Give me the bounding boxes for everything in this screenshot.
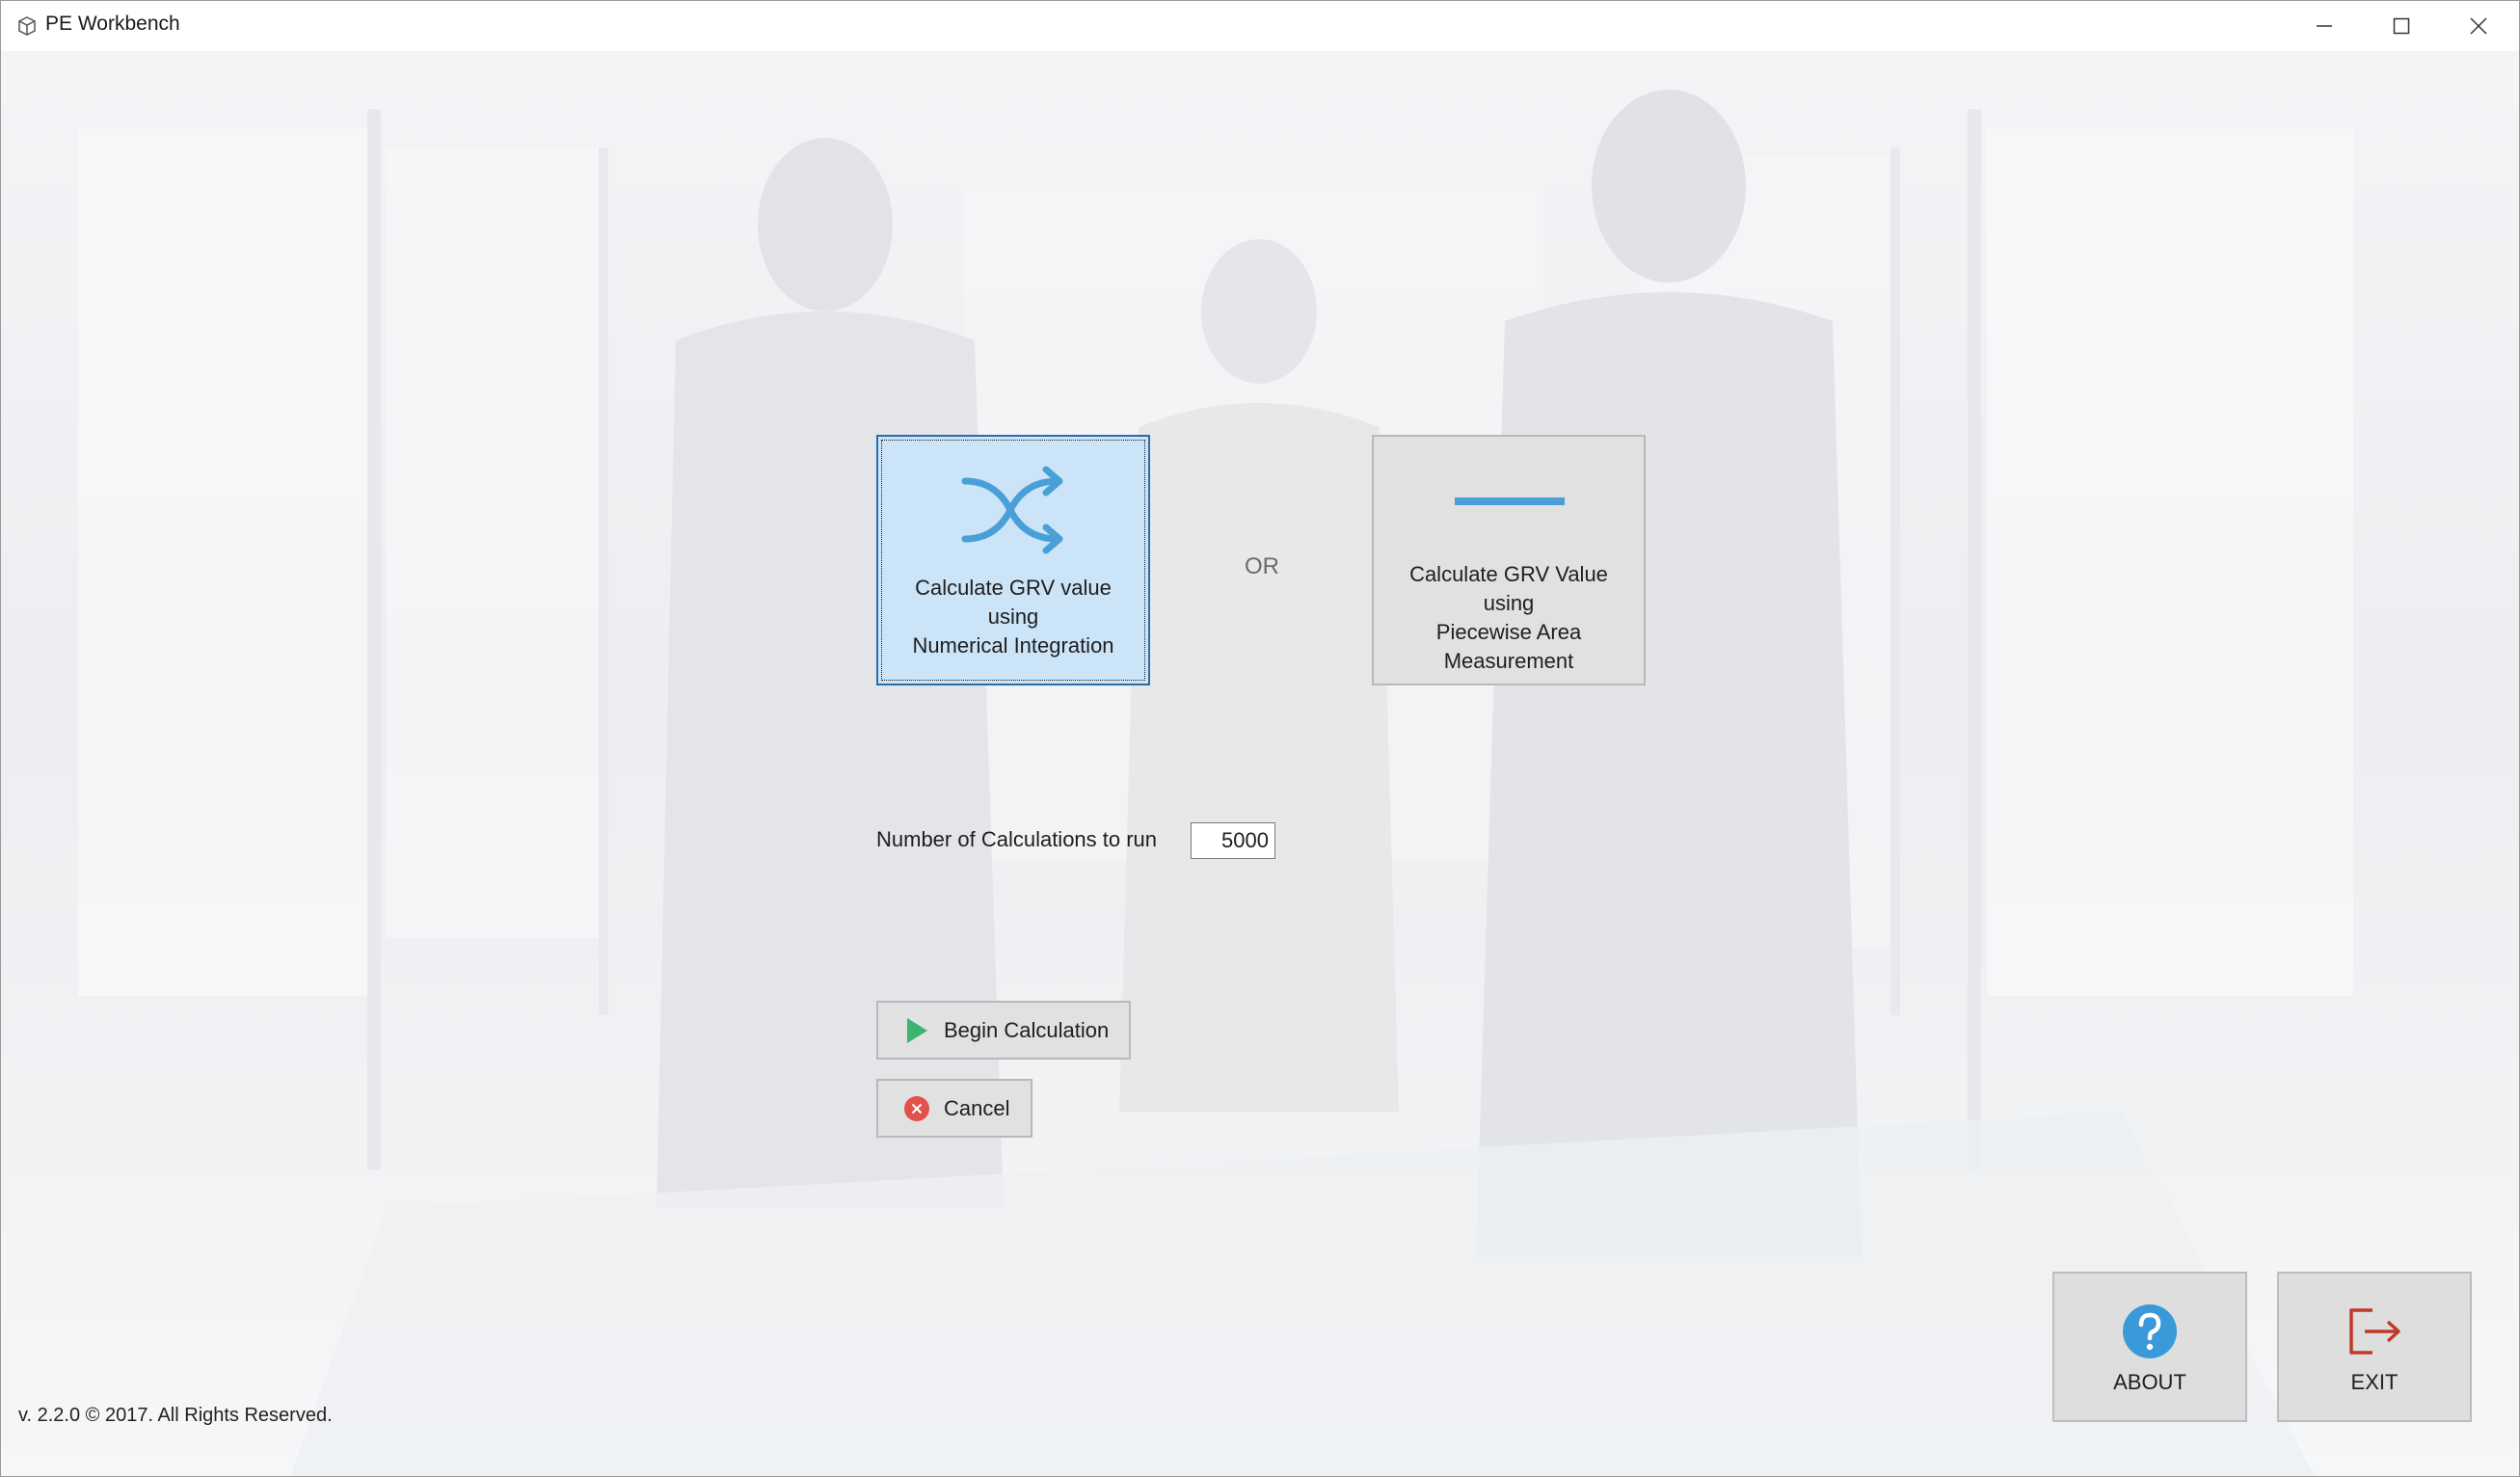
about-label: ABOUT (2113, 1370, 2186, 1394)
shuffle-icon (961, 466, 1063, 554)
piecewise-line4: Measurement (1443, 649, 1574, 673)
window-title: PE Workbench (45, 13, 180, 35)
play-icon (903, 1017, 930, 1044)
version-text: v. 2.2.0 © 2017. All Rights Reserved. (18, 1405, 333, 1426)
maximize-icon (2393, 17, 2410, 35)
app-cube-icon (16, 15, 38, 37)
about-button[interactable]: ABOUT (2052, 1272, 2247, 1422)
line-icon (1455, 497, 1565, 505)
exit-icon (2349, 1308, 2400, 1355)
or-separator: OR (1245, 553, 1279, 579)
calculations-input[interactable] (1191, 822, 1275, 859)
begin-calculation-label: Begin Calculation (944, 1017, 1110, 1042)
piecewise-line2: using (1483, 591, 1535, 615)
maximize-button[interactable] (2363, 1, 2440, 51)
help-icon (2123, 1304, 2177, 1358)
numerical-line3: Numerical Integration (912, 633, 1114, 658)
app-window: PE Workbench Calculate GRV value using N… (0, 0, 2520, 1477)
numerical-line2: using (987, 604, 1039, 629)
exit-label: EXIT (2350, 1370, 2399, 1394)
begin-calculation-button[interactable]: Begin Calculation (876, 1001, 1131, 1060)
close-icon (2470, 17, 2487, 35)
calculations-label: Number of Calculations to run (876, 827, 1158, 851)
title-bar: PE Workbench (1, 1, 2519, 51)
background-image (1, 51, 2519, 1476)
piecewise-line3: Piecewise Area (1435, 620, 1582, 644)
cancel-icon (903, 1095, 930, 1122)
close-button[interactable] (2440, 1, 2517, 51)
minimize-icon (2317, 25, 2332, 27)
minimize-button[interactable] (2286, 1, 2363, 51)
piecewise-line1: Calculate GRV Value (1409, 562, 1608, 586)
cancel-label: Cancel (944, 1095, 1010, 1120)
numerical-integration-button[interactable]: Calculate GRV value using Numerical Inte… (876, 435, 1150, 685)
piecewise-area-button[interactable]: Calculate GRV Value using Piecewise Area… (1372, 435, 1646, 685)
numerical-line1: Calculate GRV value (915, 576, 1112, 600)
cancel-button[interactable]: Cancel (876, 1079, 1032, 1138)
exit-button[interactable]: EXIT (2277, 1272, 2472, 1422)
